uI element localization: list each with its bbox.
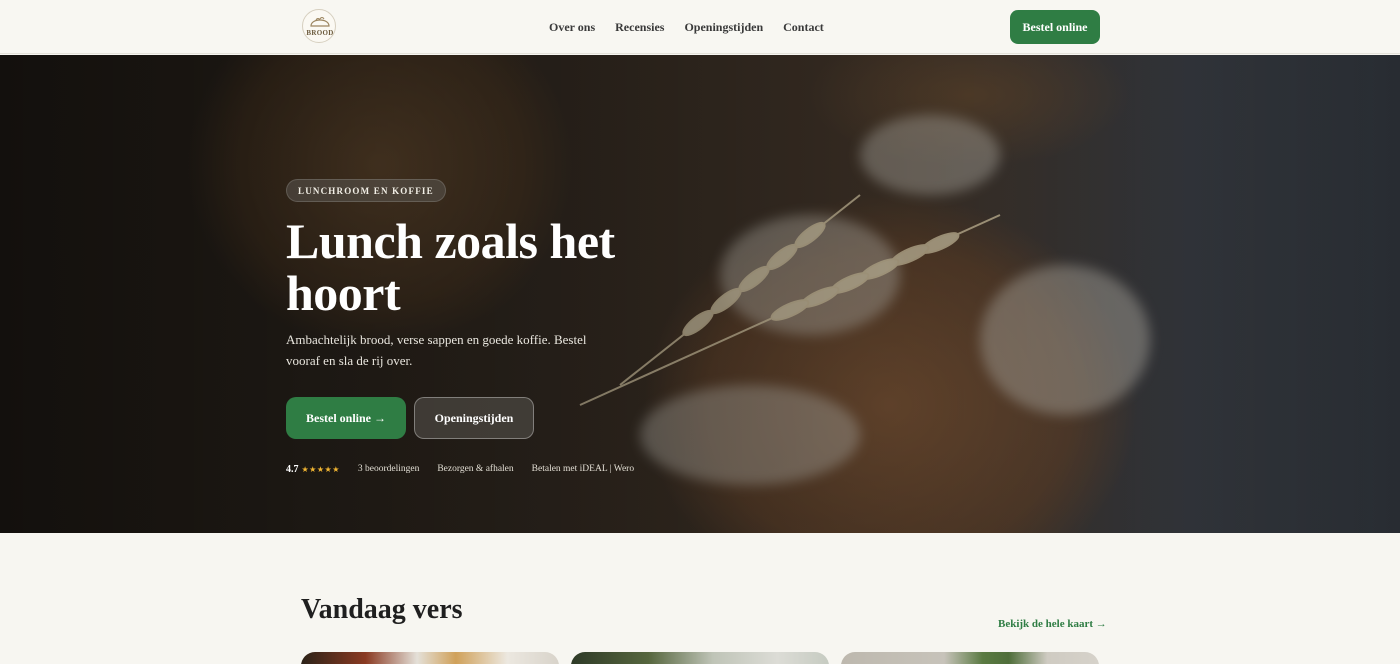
delivery-info: Bezorgen & afhalen <box>437 464 514 474</box>
bread-icon <box>310 17 330 27</box>
header-order-button[interactable]: Bestel online <box>1010 10 1100 44</box>
hero-title: Lunch zoals het hoort <box>286 213 615 321</box>
star-rating-icon: ★★★★★ <box>301 464 340 474</box>
nav-link-over-ons[interactable]: Over ons <box>549 20 595 35</box>
payment-info: Betalen met iDEAL | Wero <box>531 464 635 474</box>
logo-wordmark: BROOD <box>306 29 334 37</box>
category-badge: LUNCHROOM EN KOFFIE <box>286 179 446 202</box>
rating: 4.7 ★★★★★ <box>286 464 340 475</box>
hero-subtitle: Ambachtelijk brood, verse sappen en goed… <box>286 332 587 368</box>
product-card-image[interactable] <box>841 652 1099 664</box>
product-card-image[interactable] <box>571 652 829 664</box>
nav-link-contact[interactable]: Contact <box>783 20 824 35</box>
section-title: Vandaag vers <box>301 594 463 625</box>
view-menu-link[interactable]: Bekijk de hele kaart → <box>998 618 1107 630</box>
order-online-button[interactable]: Bestel online → <box>286 397 406 439</box>
opening-hours-button[interactable]: Openingstijden <box>414 397 534 439</box>
trust-bar: 4.7 ★★★★★ 3 beoordelingen Bezorgen & afh… <box>286 461 634 477</box>
site-header: BROOD Over ons Recensies Openingstijden … <box>0 0 1400 54</box>
rating-value: 4.7 <box>286 463 299 475</box>
hero-section: LUNCHROOM EN KOFFIE Lunch zoals het hoor… <box>0 55 1400 533</box>
review-count: 3 beoordelingen <box>357 464 420 474</box>
product-card-image[interactable] <box>301 652 559 664</box>
nav-link-openingstijden[interactable]: Openingstijden <box>684 20 763 35</box>
brand-logo[interactable]: BROOD <box>302 9 336 43</box>
hero-overlay <box>0 55 1400 533</box>
nav-link-recensies[interactable]: Recensies <box>615 20 664 35</box>
main-nav: Over ons Recensies Openingstijden Contac… <box>549 0 824 54</box>
